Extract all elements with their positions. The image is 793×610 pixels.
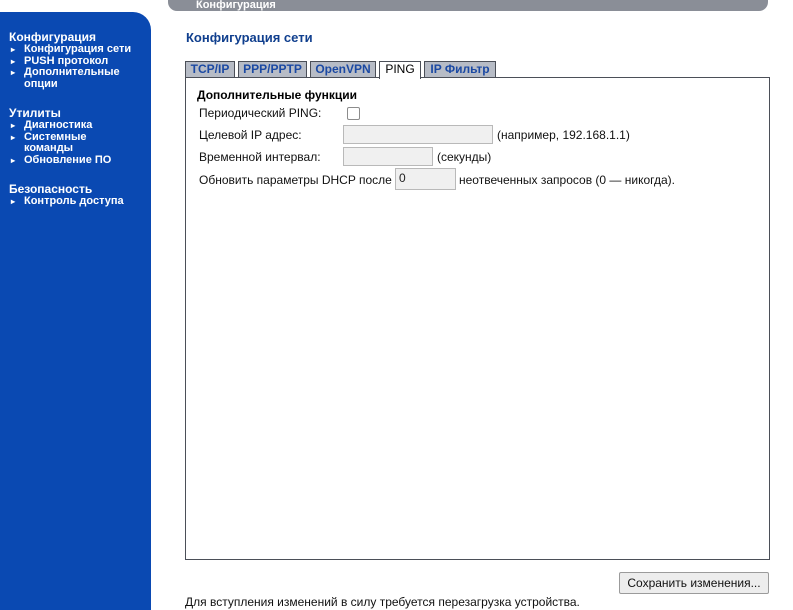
sidebar-item-label: Диагностика: [24, 119, 93, 131]
tab-ip-filter[interactable]: IP Фильтр: [424, 61, 496, 77]
interval-label: Временной интервал:: [199, 150, 321, 164]
sidebar-item-label: Обновление ПО: [24, 153, 112, 166]
bullet-arrow-icon: ▸: [11, 155, 16, 165]
dhcp-hint: неотвеченных запросов (0 — никогда).: [459, 173, 675, 187]
bullet-arrow-icon: ▸: [11, 45, 16, 54]
sidebar-section-security: Безопасность ▸ Контроль доступа: [9, 183, 144, 208]
page-title: Конфигурация сети: [186, 30, 313, 45]
sidebar-item-label: Контроль доступа: [24, 195, 124, 207]
sidebar-item-label: Дополнительные опции: [24, 66, 120, 90]
sidebar-item-network-config[interactable]: ▸ Конфигурация сети: [9, 43, 144, 56]
target-ip-label: Целевой IP адрес:: [199, 128, 302, 142]
periodic-ping-label: Периодический PING:: [199, 106, 322, 120]
sidebar-item-access-control[interactable]: ▸ Контроль доступа: [9, 195, 144, 208]
sidebar-section-config: Конфигурация ▸ Конфигурация сети ▸ PUSH …: [9, 31, 144, 90]
target-ip-hint: (например, 192.168.1.1): [497, 128, 630, 142]
top-bar: Конфигурация: [168, 0, 768, 11]
target-ip-input[interactable]: [343, 125, 493, 144]
sidebar-item-label: Конфигурация сети: [24, 43, 132, 55]
bullet-arrow-icon: ▸: [11, 121, 16, 130]
sidebar-item-diagnostics[interactable]: ▸ Диагностика: [9, 119, 144, 132]
sidebar-item-firmware-update[interactable]: ▸ Обновление ПО: [9, 153, 144, 167]
tab-panel: Дополнительные функции Периодический PIN…: [185, 77, 770, 560]
sidebar-item-label: Системные команды: [24, 130, 87, 154]
save-button[interactable]: Сохранить изменения...: [619, 572, 769, 594]
sidebar: Конфигурация ▸ Конфигурация сети ▸ PUSH …: [0, 12, 151, 610]
section-heading: Дополнительные функции: [197, 88, 358, 102]
reboot-note: Для вступления изменений в силу требуетс…: [185, 595, 580, 609]
bullet-arrow-icon: ▸: [11, 132, 16, 142]
bullet-arrow-icon: ▸: [11, 197, 16, 206]
interval-input[interactable]: [343, 147, 433, 166]
sidebar-section-utilities: Утилиты ▸ Диагностика ▸ Системные команд…: [9, 107, 144, 166]
top-bar-title: Конфигурация: [196, 0, 276, 11]
dhcp-label: Обновить параметры DHCP после: [199, 173, 392, 187]
periodic-ping-checkbox[interactable]: [347, 107, 360, 120]
sidebar-item-extra-options[interactable]: ▸ Дополнительные опции: [9, 66, 144, 90]
tab-openvpn[interactable]: OpenVPN: [310, 61, 376, 77]
tab-ping[interactable]: PING: [379, 61, 421, 79]
sidebar-item-system-commands[interactable]: ▸ Системные команды: [9, 130, 144, 155]
interval-hint: (секунды): [437, 150, 492, 164]
bullet-arrow-icon: ▸: [11, 56, 16, 66]
tab-tcpip[interactable]: TCP/IP: [185, 61, 235, 77]
dhcp-retries-input[interactable]: 0: [395, 168, 456, 190]
tab-ppp-pptp[interactable]: PPP/PPTP: [238, 61, 307, 77]
bullet-arrow-icon: ▸: [11, 68, 16, 77]
